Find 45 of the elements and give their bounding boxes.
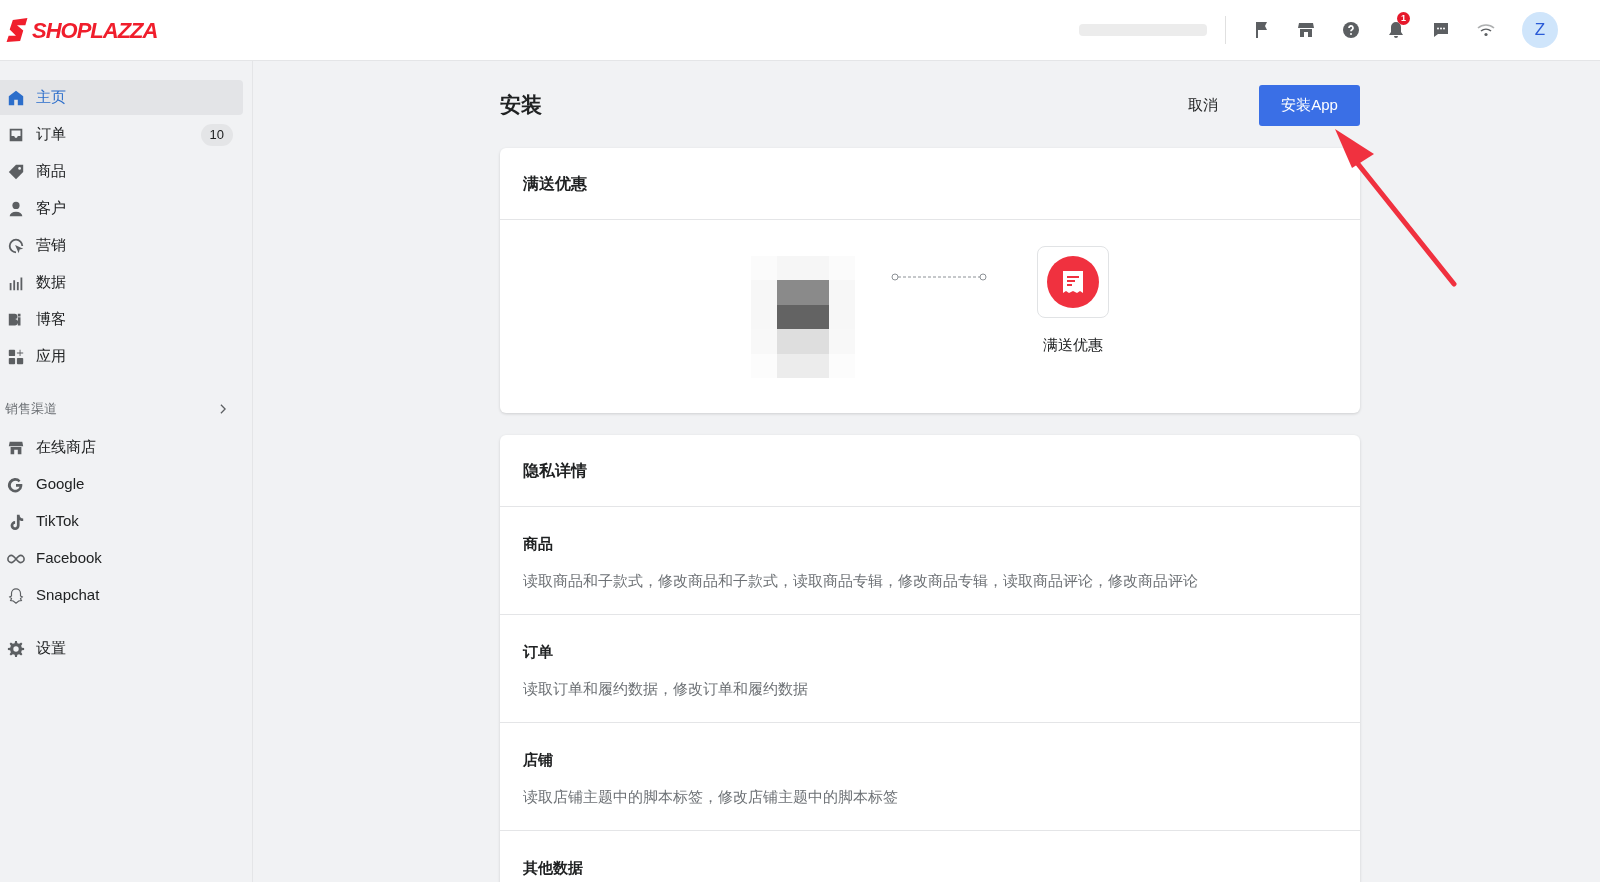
permission-description: 读取订单和履约数据，修改订单和履约数据 <box>523 678 809 699</box>
home-icon <box>7 88 25 107</box>
notification-badge: 1 <box>1397 12 1410 25</box>
section-heading: 订单 <box>523 642 554 662</box>
sidebar-item[interactable]: 博客 <box>0 302 243 337</box>
count-badge: 10 <box>200 123 233 146</box>
apps-icon <box>7 347 25 366</box>
permission-description: 读取店铺主题中的脚本标签，修改店铺主题中的脚本标签 <box>523 786 899 807</box>
receipt-icon <box>1047 256 1099 308</box>
sidebar-item[interactable]: 在线商店 <box>0 430 243 465</box>
user-avatar[interactable]: Z <box>1522 12 1558 48</box>
sidebar-item[interactable]: 设置 <box>0 631 243 666</box>
section-title: 销售渠道 <box>5 400 57 419</box>
sidebar-item[interactable]: 订单 10 <box>0 117 243 152</box>
sidebar-item[interactable]: 客户 <box>0 191 243 226</box>
sidebar-item[interactable]: Facebook <box>0 541 243 576</box>
tag-icon <box>7 162 25 181</box>
section-heading: 商品 <box>523 534 554 554</box>
store-icon <box>1295 20 1316 40</box>
person-icon <box>7 199 25 218</box>
app-name: 满送优惠 <box>1043 335 1103 355</box>
page-title: 安装 <box>500 92 543 119</box>
sidebar-item[interactable]: 营销 <box>0 228 243 263</box>
g-letter-icon <box>7 475 25 494</box>
help-icon <box>1340 20 1361 40</box>
logo-icon <box>6 18 28 42</box>
sidebar-item[interactable]: 应用 <box>0 339 243 374</box>
section-heading: 其他数据 <box>523 858 584 878</box>
section-heading: 店铺 <box>523 750 554 770</box>
sidebar-item[interactable]: 商品 <box>0 154 243 189</box>
notifications-button[interactable]: 1 <box>1373 10 1418 50</box>
settings-icon <box>7 639 25 658</box>
sidebar-item[interactable]: 主页 <box>0 80 243 115</box>
card-title: 满送优惠 <box>523 173 587 194</box>
sidebar-item[interactable]: Snapchat <box>0 578 243 613</box>
cancel-button[interactable]: 取消 <box>1172 85 1234 125</box>
card-title: 隐私详情 <box>523 460 587 481</box>
sidebar-item[interactable]: TikTok <box>0 504 243 539</box>
sidebar-item[interactable]: Google <box>0 467 243 502</box>
install-app-button[interactable]: 安装App <box>1259 84 1360 126</box>
ghost-icon <box>7 586 25 605</box>
permission-description: 读取商品和子款式，修改商品和子款式，读取商品专辑，修改商品专辑，读取商品评论，修改商品评论 <box>523 570 1199 591</box>
sidebar-item[interactable]: 数据 <box>0 265 243 300</box>
target-cursor-icon <box>7 236 25 255</box>
logo-text: SHOPLAZZA <box>32 16 158 45</box>
